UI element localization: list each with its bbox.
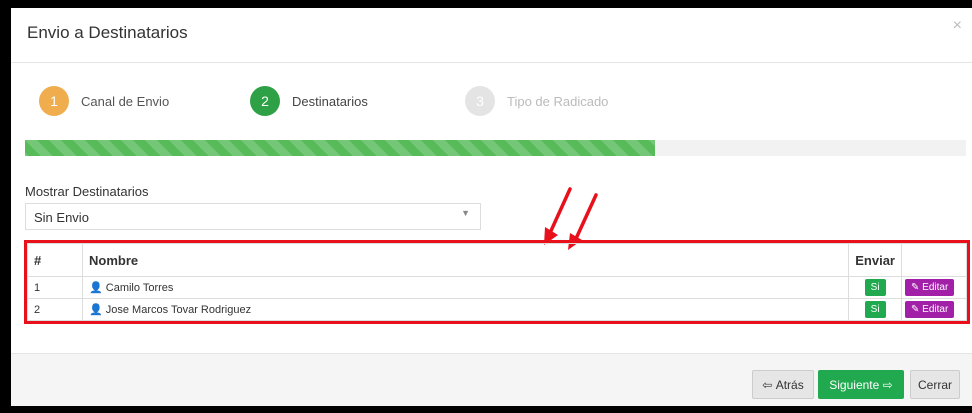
edit-cell: ✎ Editar [901,298,967,321]
annotation-arrow-1-shaft [548,187,572,235]
send-si-button[interactable]: Si [864,301,886,318]
edit-button[interactable]: ✎ Editar [905,279,955,296]
step-label-3: Tipo de Radicado [507,93,609,109]
user-icon: 👤 [89,304,103,316]
step-destinatarios[interactable]: 2 Destinatarios [250,86,368,116]
step-label-1: Canal de Envio [81,93,170,109]
filter-select-value: Sin Envio [34,210,89,225]
user-icon: 👤 [89,282,103,294]
step-number-2: 2 [250,86,280,116]
recipient-name: Jose Marcos Tovar Rodriguez [105,304,252,316]
step-tipo-de-radicado[interactable]: 3 Tipo de Radicado [465,86,608,116]
table-row: 1 👤 Camilo Torres Si ✎ Editar [27,276,967,299]
arrow-left-circle-icon: ⇦ [762,377,773,392]
send-cell: Si [848,298,902,321]
progress-bar [25,140,966,156]
step-number-1: 1 [39,86,69,116]
back-button[interactable]: ⇦ Atrás [752,370,814,399]
recipients-table-highlight: # Nombre Enviar 1 👤 Camilo Torres Si ✎ E… [24,240,970,324]
header-actions [901,243,967,277]
send-cell: Si [848,276,902,299]
modal-footer: ⇦ Atrás Siguiente ⇨ Cerrar [11,353,972,406]
filter-label: Mostrar Destinatarios [25,184,149,199]
step-label-2: Destinatarios [292,93,368,109]
chevron-down-icon: ▼ [461,208,470,218]
edit-button[interactable]: ✎ Editar [905,301,955,318]
edit-cell: ✎ Editar [901,276,967,299]
modal-title: Envio a Destinatarios [27,23,188,42]
edit-icon: ✎ [911,282,920,293]
recipient-name: Camilo Torres [105,282,174,294]
close-icon[interactable]: × [953,17,962,35]
table-row: 2 👤 Jose Marcos Tovar Rodriguez Si ✎ Edi… [27,298,967,321]
progress-fill [25,140,656,156]
annotation-arrow-2-shaft [572,193,598,245]
arrow-right-circle-icon: ⇨ [882,377,893,392]
edit-label: Editar [922,304,949,315]
recipients-table: # Nombre Enviar 1 👤 Camilo Torres Si ✎ E… [27,243,967,321]
header-nombre: Nombre [81,243,850,277]
row-number: 1 [27,276,83,299]
row-number: 2 [27,298,83,321]
table-header-row: # Nombre Enviar [27,243,967,277]
step-canal-de-envio[interactable]: 1 Canal de Envio [39,86,169,116]
edit-label: Editar [922,282,949,293]
modal-dialog: Envio a Destinatarios × 1 Canal de Envio… [11,8,972,406]
header-number: # [27,243,83,277]
next-button[interactable]: Siguiente ⇨ [818,370,904,399]
recipient-name-cell: 👤 Jose Marcos Tovar Rodriguez [81,298,850,321]
step-number-3: 3 [465,86,495,116]
close-button[interactable]: Cerrar [910,370,960,399]
edit-icon: ✎ [911,304,920,315]
back-label: Atrás [775,377,804,392]
filter-select[interactable]: Sin Envio ▼ [25,203,481,230]
recipient-name-cell: 👤 Camilo Torres [81,276,850,299]
header-enviar: Enviar [848,243,902,277]
next-label: Siguiente [829,377,880,392]
modal-header: Envio a Destinatarios × [11,8,972,63]
send-si-button[interactable]: Si [864,279,886,296]
